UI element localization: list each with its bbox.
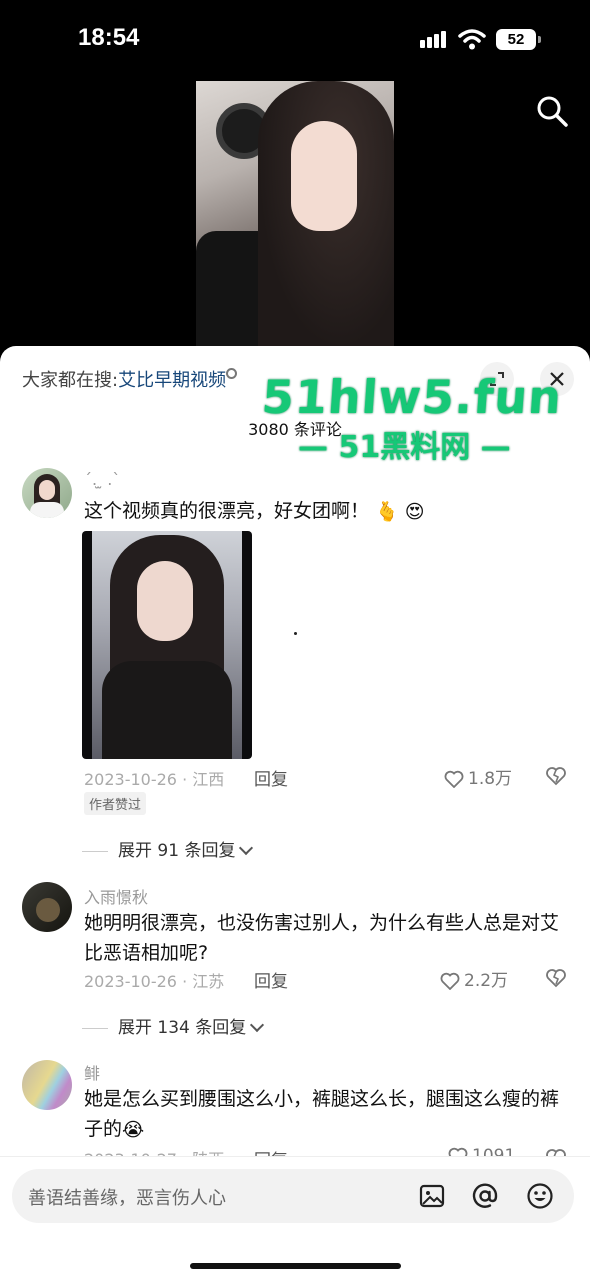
comment-username[interactable]: 鲱 [84,1060,100,1084]
expand-replies-button[interactable]: 展开 134 条回复 [82,1013,265,1038]
comment-text: 她是怎么买到腰围这么小，裤腿这么长，腿围这么瘦的裤子的😭 [84,1084,574,1145]
heart-icon [440,972,460,990]
hot-search-prefix: 大家都在搜: [22,370,119,391]
battery-level: 52 [507,31,525,48]
dot-mark [294,632,297,635]
comment-body: 她是怎么买到腰围这么小，裤腿这么长，腿围这么瘦的裤子的 [84,1088,560,1140]
emoji-heart-eyes: 😍 [404,500,425,523]
like-count: 2.2万 [464,971,509,991]
comment-sheet: 大家都在搜:艾比早期视频 3080 条评论 ˊ. ̫ .ˋ 这个视频真的很漂亮，… [0,346,590,1280]
hot-search-bar[interactable]: 大家都在搜:艾比早期视频 [22,366,238,392]
comment-username[interactable]: ˊ. ̫ .ˋ [84,470,120,489]
search-icon[interactable] [535,94,569,128]
reply-button[interactable]: 回复 [254,967,288,992]
hot-search-keyword[interactable]: 艾比早期视频 [118,370,226,391]
emoji-icon[interactable] [526,1182,554,1210]
comment-username[interactable]: 入雨憬秋 [84,884,148,908]
comment-count: 3080 条评论 [248,420,342,439]
author-liked-tag: 作者赞过 [84,792,147,815]
heart-icon [444,770,464,788]
signal-icon [420,30,448,48]
mini-search-icon [226,368,238,379]
comment-date-location: 2023-10-26 · 江西 [84,770,225,789]
emoji-finger-heart: 🫰 [375,500,399,523]
comment-input-bar: 善语结善缘，恶言伤人心 [0,1156,590,1280]
like-button[interactable]: 1.8万 [444,764,512,789]
close-button[interactable] [540,362,574,396]
status-time: 18:54 [78,24,140,51]
reply-button[interactable]: 回复 [254,765,288,790]
expand-replies-button[interactable]: 展开 91 条回复 [82,836,254,861]
expand-replies-label: 展开 91 条回复 [118,841,236,861]
avatar[interactable] [22,1060,72,1110]
expand-icon [490,372,504,386]
comment-input[interactable]: 善语结善缘，恶言伤人心 [12,1169,574,1223]
avatar[interactable] [22,882,72,932]
at-icon[interactable] [471,1182,499,1210]
like-count: 1.8万 [468,769,513,789]
emoji-crying: 😭 [122,1118,145,1141]
close-icon [550,372,564,386]
comment-image[interactable] [82,531,252,759]
comment-body: 这个视频真的很漂亮，好女团啊！ [84,500,370,522]
chevron-down-icon [250,1017,265,1033]
status-bar: 18:54 52 [0,0,590,80]
expand-replies-label: 展开 134 条回复 [118,1018,247,1038]
broken-heart-icon[interactable] [545,766,567,786]
comment-text: 这个视频真的很漂亮，好女团啊！ 🫰 😍 [84,496,574,527]
wifi-icon [458,29,486,50]
expand-button[interactable] [480,362,514,396]
video-thumbnail[interactable] [196,81,394,349]
broken-heart-icon[interactable] [545,968,567,988]
comment-input-placeholder: 善语结善缘，恶言伤人心 [28,1188,226,1209]
like-button[interactable]: 2.2万 [440,966,508,991]
image-icon[interactable] [418,1182,446,1210]
comment-date-location: 2023-10-26 · 江苏 [84,972,225,991]
home-indicator [190,1263,401,1269]
avatar[interactable] [22,468,72,518]
chevron-down-icon [239,840,254,856]
battery-indicator: 52 [496,29,541,50]
comment-text: 她明明很漂亮，也没伤害过别人，为什么有些人总是对艾比恶语相加呢? [84,912,560,964]
